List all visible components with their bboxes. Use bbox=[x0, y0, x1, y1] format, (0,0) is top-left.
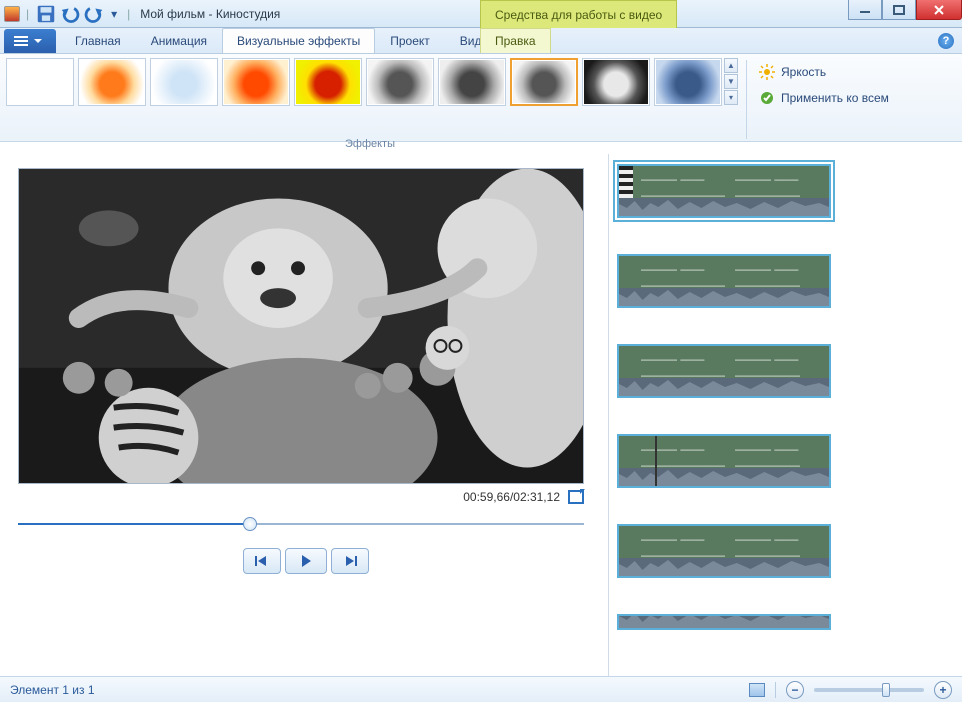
gallery-scroll-up[interactable]: ▲ bbox=[724, 58, 738, 73]
tab-visual-effects[interactable]: Визуальные эффекты bbox=[222, 28, 375, 53]
effect-thumb-bw-1[interactable] bbox=[366, 58, 434, 106]
ribbon: ▲ ▼ ▾ Яркость Применить ко всем bbox=[0, 54, 962, 142]
storyboard[interactable]: ――― ――――――――――― ――― ―――― ――――――――――― ―――… bbox=[608, 154, 962, 676]
window-controls bbox=[848, 0, 962, 20]
redo-button[interactable] bbox=[83, 3, 105, 25]
qat-separator: | bbox=[22, 7, 33, 21]
clip-2[interactable]: ――― ――――――――――― ――― ―――― ――――――――――― ―――… bbox=[617, 254, 831, 308]
maximize-button[interactable] bbox=[882, 0, 916, 20]
playback-controls bbox=[18, 548, 594, 574]
effect-thumb-posterize[interactable] bbox=[294, 58, 362, 106]
effect-preview bbox=[296, 60, 360, 104]
gallery-scroll-down[interactable]: ▼ bbox=[724, 74, 738, 89]
seek-slider[interactable] bbox=[18, 514, 584, 534]
chevron-down-icon bbox=[34, 39, 42, 43]
next-frame-button[interactable] bbox=[331, 548, 369, 574]
status-divider bbox=[775, 682, 776, 698]
brightness-label: Яркость bbox=[781, 65, 826, 79]
file-menu-icon bbox=[14, 36, 28, 46]
audio-waveform bbox=[619, 558, 829, 576]
minimize-button[interactable] bbox=[848, 0, 882, 20]
gallery-scroll: ▲ ▼ ▾ bbox=[724, 58, 738, 141]
audio-waveform bbox=[619, 468, 829, 486]
seek-knob[interactable] bbox=[243, 517, 257, 531]
effect-thumb-blue-tint[interactable] bbox=[654, 58, 722, 106]
prev-frame-button[interactable] bbox=[243, 548, 281, 574]
help-button[interactable]: ? bbox=[938, 33, 954, 49]
clip-5[interactable]: ――― ――――――――――― ――― ―――― ――――――――――― ―――… bbox=[617, 524, 831, 578]
ribbon-divider bbox=[746, 60, 747, 139]
tab-animation[interactable]: Анимация bbox=[136, 28, 222, 53]
effect-thumb-bw-3[interactable] bbox=[510, 58, 578, 106]
audio-waveform bbox=[619, 614, 829, 628]
tab-home[interactable]: Главная bbox=[60, 28, 136, 53]
ribbon-group-label: Эффекты bbox=[0, 138, 740, 150]
status-bar: Элемент 1 из 1 − + bbox=[0, 676, 962, 702]
ribbon-tabs: Главная Анимация Визуальные эффекты Прое… bbox=[0, 28, 962, 54]
play-button[interactable] bbox=[285, 548, 327, 574]
ribbon-commands: Яркость Применить ко всем bbox=[755, 58, 893, 141]
context-tab-header: Средства для работы с видео bbox=[480, 0, 677, 28]
effect-thumb-invert[interactable] bbox=[582, 58, 650, 106]
playhead-indicator[interactable] bbox=[655, 434, 657, 488]
effect-preview bbox=[8, 60, 72, 104]
effect-preview bbox=[152, 60, 216, 104]
effects-gallery bbox=[6, 58, 722, 141]
clip-4[interactable]: ――― ――――――――――― ――― ―――― ――――――――――― ―――… bbox=[617, 434, 831, 488]
zoom-knob[interactable] bbox=[882, 683, 890, 697]
effect-preview bbox=[80, 60, 144, 104]
qat-customize[interactable]: ▾ bbox=[107, 3, 121, 25]
brightness-button[interactable]: Яркость bbox=[755, 62, 893, 82]
effect-preview bbox=[513, 61, 575, 103]
audio-waveform bbox=[619, 198, 829, 216]
clip-3[interactable]: ――― ――――――――――― ――― ―――― ――――――――――― ―――… bbox=[617, 344, 831, 398]
video-preview[interactable] bbox=[18, 168, 584, 484]
time-display: 00:59,66/02:31,12 bbox=[463, 490, 560, 504]
close-button[interactable] bbox=[916, 0, 962, 20]
preview-pane: 00:59,66/02:31,12 bbox=[0, 154, 608, 676]
effect-thumb-warm-1[interactable] bbox=[78, 58, 146, 106]
titlebar: | ▾ | Мой фильм - Киностудия Средства дл… bbox=[0, 0, 962, 28]
clip-1[interactable]: ――― ――――――――――― ――― ―――― ――――――――――― ―――… bbox=[617, 164, 831, 218]
effect-preview bbox=[224, 60, 288, 104]
fullscreen-button[interactable] bbox=[568, 490, 584, 504]
effect-thumb-warm-2[interactable] bbox=[222, 58, 290, 106]
brightness-icon bbox=[759, 64, 775, 80]
window-title: Мой фильм - Киностудия bbox=[140, 7, 280, 21]
qat-separator-2: | bbox=[123, 7, 134, 21]
effect-thumb-cool-blur[interactable] bbox=[150, 58, 218, 106]
undo-button[interactable] bbox=[59, 3, 81, 25]
status-item-count: Элемент 1 из 1 bbox=[10, 683, 95, 697]
gallery-expand[interactable]: ▾ bbox=[724, 90, 738, 105]
time-display-row: 00:59,66/02:31,12 bbox=[18, 490, 584, 504]
zoom-in-button[interactable]: + bbox=[934, 681, 952, 699]
app-icon[interactable] bbox=[4, 6, 20, 22]
clip-6[interactable]: ――― ――――――――――― ――― ―――― ――――――――――― ―――… bbox=[617, 614, 831, 630]
tab-edit[interactable]: Правка bbox=[480, 28, 551, 53]
effect-thumb-none[interactable] bbox=[6, 58, 74, 106]
audio-waveform bbox=[619, 288, 829, 306]
tab-project[interactable]: Проект bbox=[375, 28, 445, 53]
work-area: 00:59,66/02:31,12 ――― ――――――――――― ――― ――… bbox=[0, 154, 962, 676]
zoom-out-button[interactable]: − bbox=[786, 681, 804, 699]
seek-fill bbox=[18, 523, 250, 525]
quick-access-toolbar: | ▾ | bbox=[4, 3, 134, 25]
effect-thumb-bw-2[interactable] bbox=[438, 58, 506, 106]
save-button[interactable] bbox=[35, 3, 57, 25]
effect-preview bbox=[656, 60, 720, 104]
effect-preview bbox=[584, 60, 648, 104]
apply-all-icon bbox=[759, 90, 775, 106]
view-mode-button[interactable] bbox=[749, 683, 765, 697]
apply-all-label: Применить ко всем bbox=[781, 91, 889, 105]
audio-waveform bbox=[619, 378, 829, 396]
apply-all-button[interactable]: Применить ко всем bbox=[755, 88, 893, 108]
file-tab[interactable] bbox=[4, 29, 56, 53]
effect-preview bbox=[440, 60, 504, 104]
effect-preview bbox=[368, 60, 432, 104]
